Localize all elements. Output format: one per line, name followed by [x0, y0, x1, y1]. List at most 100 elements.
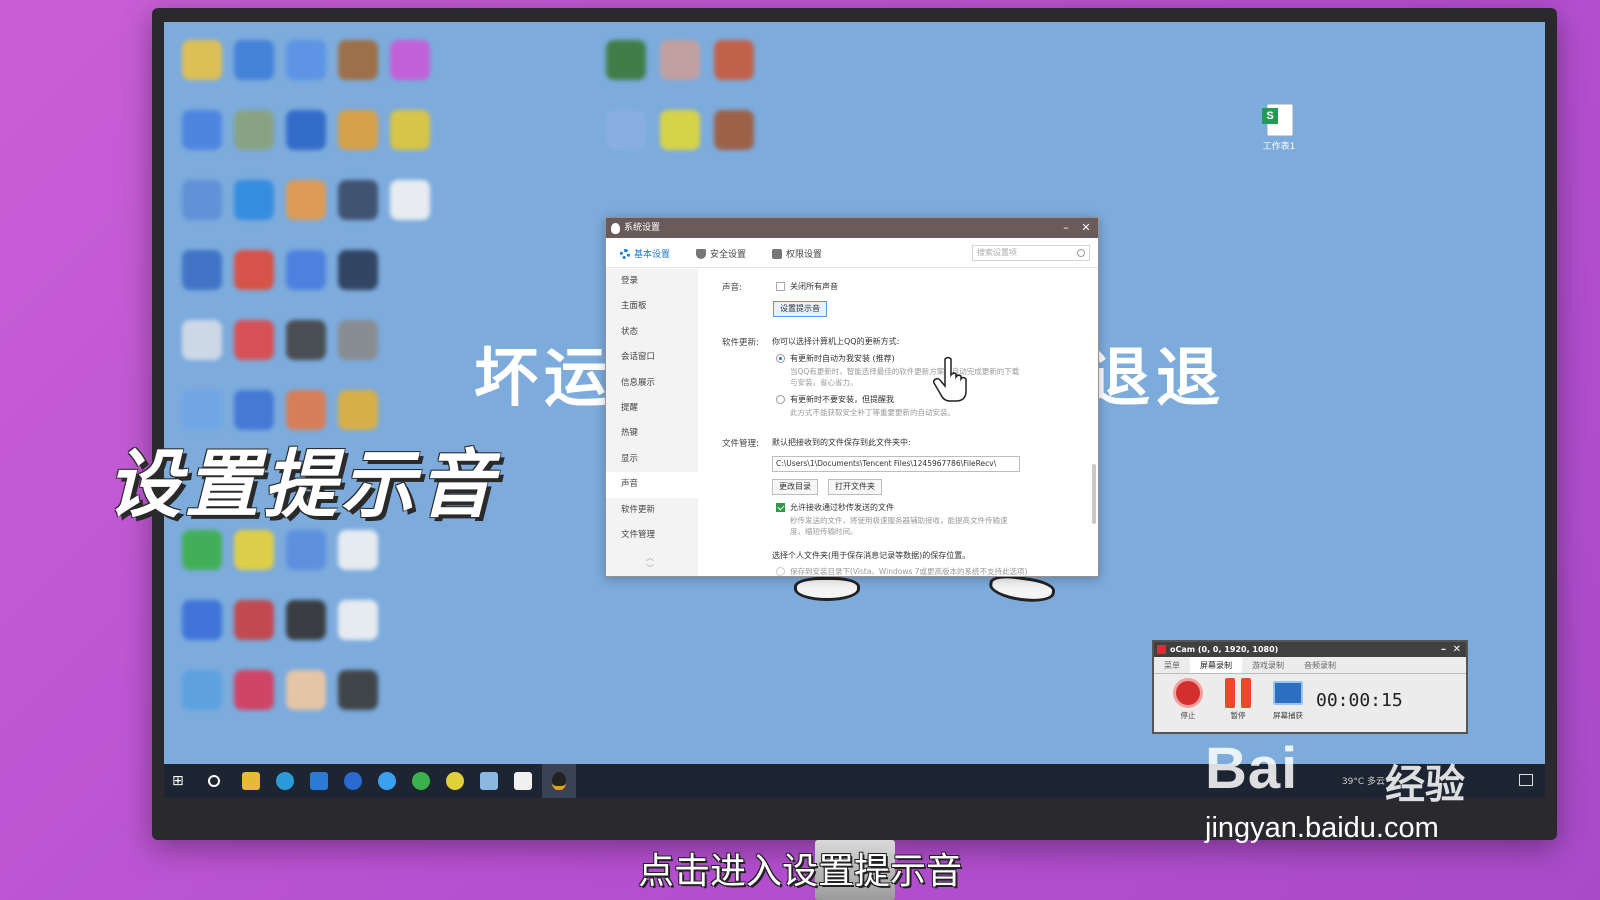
tab-basic-settings[interactable]: 基本设置	[620, 247, 670, 260]
tab-audio-record[interactable]: 音频录制	[1294, 657, 1346, 673]
desktop-app-icon[interactable]	[338, 390, 378, 430]
desktop-app-icon[interactable]	[338, 110, 378, 150]
desktop-app-icon[interactable]	[286, 250, 326, 290]
save-path-input[interactable]: C:\Users\1\Documents\Tencent Files\12459…	[772, 456, 1020, 472]
desktop-app-icon[interactable]	[286, 320, 326, 360]
desktop-app-icon[interactable]	[234, 390, 274, 430]
ocam-titlebar[interactable]: oCam (0, 0, 1920, 1080) – ✕	[1154, 642, 1466, 657]
app-icon[interactable]	[344, 772, 362, 790]
desktop-app-icon[interactable]	[338, 530, 378, 570]
desktop-app-icon[interactable]	[182, 390, 222, 430]
sidebar-item-software-update[interactable]: 软件更新	[606, 498, 698, 523]
desktop-app-icon[interactable]	[182, 40, 222, 80]
desktop-app-icon[interactable]	[234, 110, 274, 150]
close-button[interactable]: ✕	[1453, 642, 1461, 657]
desktop-app-icon[interactable]	[286, 530, 326, 570]
desktop-app-icon[interactable]	[606, 110, 646, 150]
desktop-app-icon[interactable]	[286, 40, 326, 80]
minimize-button[interactable]: –	[1441, 642, 1446, 657]
mute-all-checkbox[interactable]	[776, 282, 785, 291]
desktop-app-icon[interactable]	[286, 110, 326, 150]
sidebar-item-sound[interactable]: 声音	[606, 472, 698, 498]
browser-icon[interactable]	[378, 772, 396, 790]
dialog-titlebar[interactable]: 系统设置 – ✕	[606, 218, 1098, 238]
notify-update-radio[interactable]	[776, 395, 785, 404]
desktop-app-icon[interactable]	[286, 180, 326, 220]
content-scrollbar[interactable]	[1092, 464, 1096, 524]
desktop-app-icon[interactable]	[234, 600, 274, 640]
pause-button[interactable]: 暂停	[1218, 678, 1258, 721]
app-icon[interactable]	[514, 772, 532, 790]
desktop-app-icon[interactable]	[182, 110, 222, 150]
minimize-button[interactable]: –	[1056, 218, 1076, 238]
desktop-app-icon[interactable]	[338, 40, 378, 80]
tab-screen-record[interactable]: 屏幕录制	[1190, 657, 1242, 673]
screen-capture-button[interactable]: 屏幕捕获	[1268, 678, 1308, 721]
sidebar-item-main-panel[interactable]: 主面板	[606, 294, 698, 319]
desktop-app-icon[interactable]	[286, 670, 326, 710]
tab-game-record[interactable]: 游戏录制	[1242, 657, 1294, 673]
set-notification-sound-button[interactable]: 设置提示音	[773, 301, 827, 317]
desktop-app-icon[interactable]	[390, 180, 430, 220]
tab-security-settings[interactable]: 安全设置	[696, 247, 746, 260]
desktop-app-icon[interactable]	[390, 110, 430, 150]
sidebar-item-hotkeys[interactable]: 热键	[606, 421, 698, 446]
sidebar-item-login[interactable]: 登录	[606, 269, 698, 294]
desktop-app-icon[interactable]	[182, 320, 222, 360]
app-icon[interactable]	[480, 772, 498, 790]
tab-menu[interactable]: 菜单	[1154, 657, 1190, 673]
change-directory-button[interactable]: 更改目录	[772, 479, 818, 495]
open-folder-button[interactable]: 打开文件夹	[828, 479, 882, 495]
desktop-app-icon[interactable]	[182, 600, 222, 640]
desktop-app-icon[interactable]	[390, 40, 430, 80]
settings-search-input[interactable]: 搜索设置项	[972, 245, 1090, 261]
desktop-app-icon[interactable]	[182, 670, 222, 710]
close-button[interactable]: ✕	[1076, 218, 1096, 238]
desktop-app-icon[interactable]	[182, 180, 222, 220]
stop-button[interactable]: 停止	[1168, 678, 1208, 721]
sidebar-scroll-arrows-icon[interactable]: ︿ ﹀	[646, 552, 654, 574]
desktop-app-icon[interactable]	[182, 530, 222, 570]
desktop-app-icon[interactable]	[338, 250, 378, 290]
desktop-app-icon[interactable]	[338, 180, 378, 220]
sidebar-item-info-display[interactable]: 信息展示	[606, 371, 698, 396]
sidebar-item-display[interactable]: 显示	[606, 447, 698, 472]
file-explorer-icon[interactable]	[242, 772, 260, 790]
qq-taskbar-button[interactable]	[542, 764, 576, 798]
desktop-app-icon[interactable]	[660, 40, 700, 80]
desktop-app-icon[interactable]	[234, 180, 274, 220]
desktop-app-icon[interactable]	[234, 530, 274, 570]
auto-update-radio[interactable]	[776, 354, 785, 363]
desktop-app-icon[interactable]	[182, 250, 222, 290]
notification-center-icon[interactable]	[1519, 774, 1533, 786]
windows-start-icon[interactable]: ⊞	[172, 772, 190, 790]
desktop-app-icon[interactable]	[286, 390, 326, 430]
desktop-app-icon[interactable]	[338, 600, 378, 640]
search-icon[interactable]	[208, 775, 220, 787]
desktop-app-icon[interactable]	[234, 250, 274, 290]
save-install-dir-radio[interactable]	[776, 567, 785, 576]
desktop-app-icon[interactable]	[714, 110, 754, 150]
spreadsheet-file-icon[interactable]: S 工作表1	[1259, 104, 1299, 154]
sidebar-item-status[interactable]: 状态	[606, 320, 698, 345]
desktop-app-icon[interactable]	[606, 40, 646, 80]
desktop-app-icon[interactable]	[234, 670, 274, 710]
allow-instant-transfer-checkbox[interactable]	[776, 503, 785, 512]
desktop-app-icon[interactable]	[714, 40, 754, 80]
desktop-app-icon[interactable]	[286, 600, 326, 640]
edge-browser-icon[interactable]	[276, 772, 294, 790]
system-tray[interactable]: 39°C 多云	[1342, 774, 1385, 787]
app-icon[interactable]	[446, 772, 464, 790]
desktop-app-icon[interactable]	[338, 320, 378, 360]
desktop-app-icon[interactable]	[338, 670, 378, 710]
sidebar-item-reminder[interactable]: 提醒	[606, 396, 698, 421]
desktop-app-icon[interactable]	[660, 110, 700, 150]
desktop-app-icon[interactable]	[234, 40, 274, 80]
tab-permission-settings[interactable]: 权限设置	[772, 247, 822, 260]
search-icon[interactable]	[1077, 249, 1085, 257]
app-icon[interactable]	[310, 772, 328, 790]
wechat-icon[interactable]	[412, 772, 430, 790]
desktop-app-icon[interactable]	[234, 320, 274, 360]
sidebar-item-chat-window[interactable]: 会话窗口	[606, 345, 698, 370]
sidebar-item-file-management[interactable]: 文件管理	[606, 523, 698, 548]
